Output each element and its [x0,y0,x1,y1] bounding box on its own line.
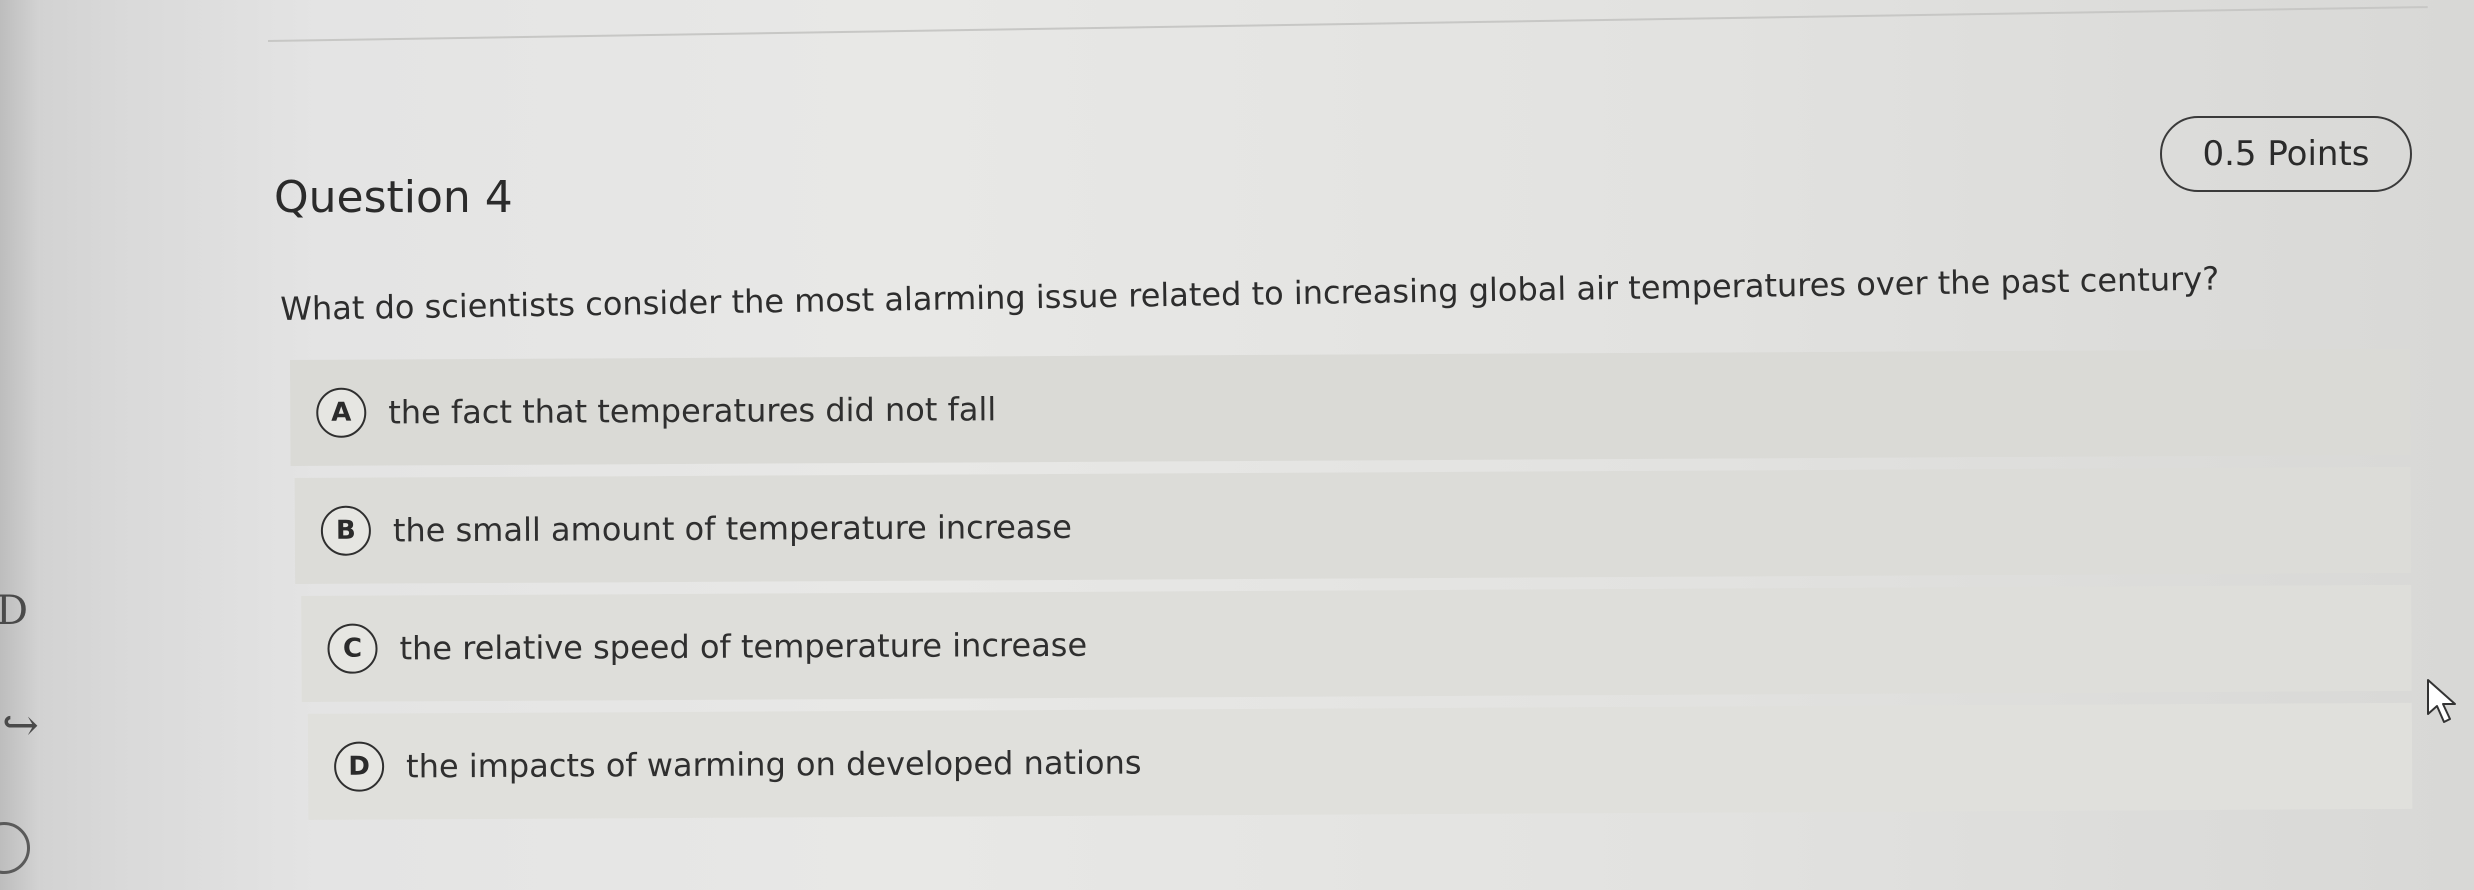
option-letter-b: B [320,505,372,556]
option-text-d: the impacts of warming on developed nati… [406,743,1142,786]
option-letter-c: C [327,623,378,674]
question-text: What do scientists consider the most ala… [280,259,2220,328]
option-text-a: the fact that temperatures did not fall [388,390,997,432]
arrow-cursor-icon [2427,679,2456,723]
option-c[interactable]: C the relative speed of temperature incr… [301,584,2412,702]
screen-edge [0,0,40,890]
section-divider [267,6,2428,42]
option-letter-a: A [316,387,367,438]
answer-options: A the fact that temperatures did not fal… [290,348,2413,832]
option-b[interactable]: B the small amount of temperature increa… [294,466,2412,584]
option-d[interactable]: D the impacts of warming on developed na… [307,702,2413,820]
option-text-c: the relative speed of temperature increa… [399,625,1088,668]
question-title: Question 4 [274,172,513,223]
option-a[interactable]: A the fact that temperatures did not fal… [290,348,2411,466]
option-text-b: the small amount of temperature increase [392,507,1072,550]
edge-icon: ↪ [2,700,39,751]
points-badge: 0.5 Points [2160,116,2412,192]
edge-letter-d: D [0,588,29,634]
option-letter-d: D [333,741,385,792]
